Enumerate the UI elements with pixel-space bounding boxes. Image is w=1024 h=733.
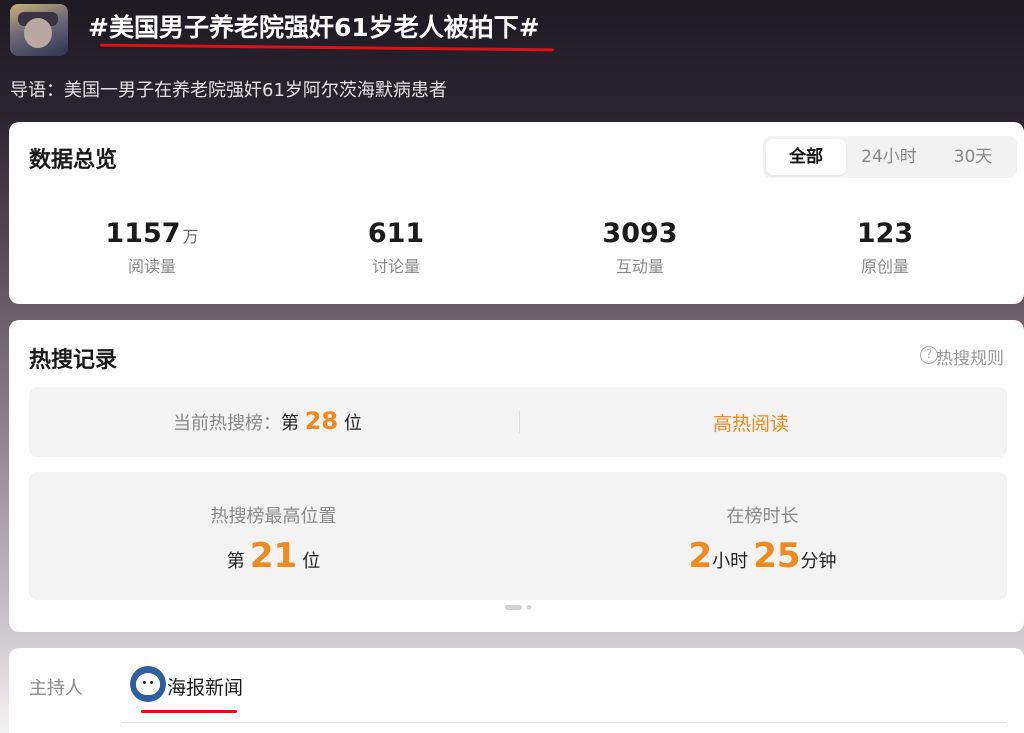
stat-label: 阅读量 — [127, 257, 176, 276]
host-name[interactable]: 海报新闻 — [167, 673, 243, 700]
topic-intro: 导语：美国一男子在养老院强奸61岁阿尔茨海默病患者 — [10, 76, 447, 102]
intro-text: 美国一男子在养老院强奸61岁阿尔茨海默病患者 — [64, 80, 447, 101]
hours-unit: 小时 — [712, 551, 749, 572]
time-filter: 全部 24小时 30天 — [763, 136, 1017, 178]
topic-thumbnail[interactable] — [10, 4, 68, 56]
stat-unit: 万 — [182, 227, 199, 246]
highest-rank-label: 热搜榜最高位置 — [210, 506, 337, 527]
rank-suffix: 位 — [302, 551, 321, 572]
stat-discussions: 611 讨论量 — [276, 218, 516, 277]
host-label: 主持人 — [29, 678, 83, 699]
title-underline-annotation — [99, 43, 555, 52]
filter-30d[interactable]: 30天 — [931, 139, 1015, 175]
bear-eye — [143, 681, 146, 684]
thumbnail-face — [24, 18, 52, 48]
minutes-unit: 分钟 — [800, 551, 837, 572]
duration-minutes: 25 — [753, 536, 801, 576]
highest-rank-value: 21 — [249, 536, 298, 576]
pager-dot — [526, 605, 532, 610]
topic-title: #美国男子养老院强奸61岁老人被拍下# — [88, 13, 540, 42]
current-rank-box: 当前热搜榜：第 28 位 高热阅读 — [29, 387, 1007, 457]
topic-header: #美国男子养老院强奸61岁老人被拍下# 导语：美国一男子在养老院强奸61岁阿尔茨… — [0, 0, 1024, 122]
stat-label: 原创量 — [860, 257, 909, 276]
current-rank: 当前热搜榜：第 28 位 — [173, 407, 362, 435]
overview-card: 数据总览 全部 24小时 30天 1157 万 阅读量 611 讨论量 3093 … — [9, 122, 1024, 304]
hot-search-card: 热搜记录 ? 热搜规则 当前热搜榜：第 28 位 高热阅读 热搜榜最高位置 第 … — [9, 320, 1024, 632]
stat-value: 3093 — [602, 218, 678, 249]
rank-prefix: 第 — [226, 551, 245, 572]
duration-label: 在榜时长 — [726, 506, 799, 527]
rank-stats-box: 热搜榜最高位置 第 21 位 在榜时长 2小时 25分钟 — [29, 472, 1007, 600]
stat-reads: 1157 万 阅读量 — [32, 218, 272, 277]
overview-title: 数据总览 — [29, 148, 118, 173]
stat-value: 123 — [856, 218, 914, 249]
hot-search-title: 热搜记录 — [29, 348, 118, 373]
duration: 2小时 25分钟 — [518, 536, 1007, 576]
current-rank-label: 当前热搜榜： — [173, 413, 281, 434]
stat-value: 1157 — [105, 218, 181, 249]
stat-label: 讨论量 — [371, 257, 420, 276]
host-divider — [121, 722, 1007, 723]
pager-dot-active — [505, 605, 522, 610]
host-card: 主持人 海报新闻 — [9, 648, 1024, 733]
host-underline-annotation — [141, 710, 237, 713]
stat-label: 互动量 — [615, 257, 664, 276]
bear-eye — [150, 681, 153, 684]
duration-hours: 2 — [688, 536, 713, 576]
rank-prefix: 第 — [281, 413, 299, 434]
hot-read-link[interactable]: 高热阅读 — [713, 409, 789, 436]
bear-icon — [136, 673, 160, 695]
hot-search-rules-link[interactable]: 热搜规则 — [936, 344, 1004, 369]
filter-all[interactable]: 全部 — [766, 139, 846, 175]
filter-24h[interactable]: 24小时 — [847, 139, 931, 175]
current-rank-value: 28 — [304, 407, 339, 435]
row-divider — [519, 411, 520, 433]
rank-suffix: 位 — [343, 413, 362, 434]
stat-interactions: 3093 互动量 — [520, 218, 760, 277]
highest-rank: 第 21 位 — [29, 536, 518, 576]
stat-originals: 123 原创量 — [765, 218, 1005, 277]
stat-value: 611 — [367, 218, 425, 249]
intro-label: 导语： — [10, 80, 64, 101]
pager-dots[interactable] — [505, 604, 535, 612]
host-avatar[interactable] — [130, 666, 166, 702]
